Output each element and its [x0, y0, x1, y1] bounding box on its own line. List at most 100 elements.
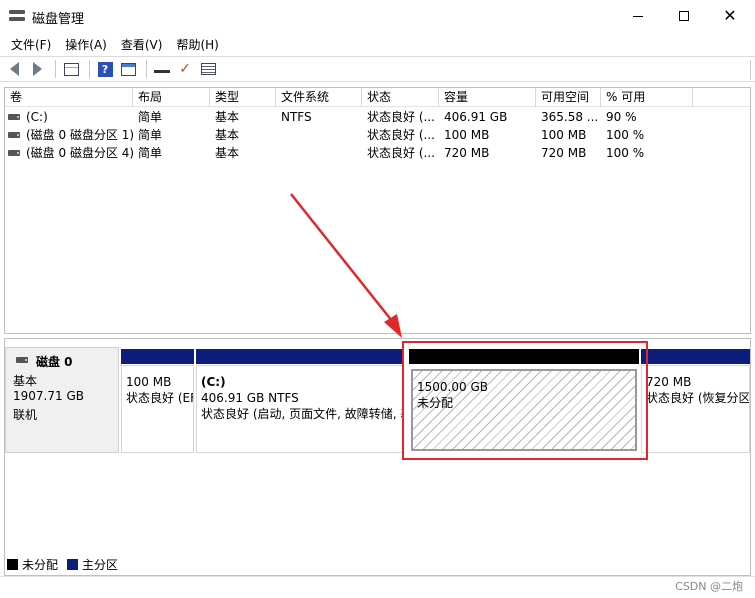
partition-size: 720 MB [646, 375, 692, 389]
back-arrow-icon [9, 62, 19, 76]
legend-label-unallocated: 未分配 [22, 557, 59, 572]
partition-size: 100 MB [126, 375, 172, 389]
minimize-icon [633, 15, 643, 17]
disk-0-label[interactable]: 磁盘 0 基本 1907.71 GB 联机 [5, 347, 119, 453]
cell-free-space: 100 MB [541, 128, 587, 142]
checkmark-icon: ✓ [179, 61, 191, 77]
cell-free-space: 720 MB [541, 146, 587, 160]
toolbar-overflow [750, 60, 755, 80]
back-button[interactable] [4, 59, 24, 79]
column-header-filesystem[interactable]: 文件系统 [276, 88, 362, 107]
legend: 未分配 主分区 [4, 556, 124, 572]
cell-filesystem: NTFS [281, 110, 312, 124]
menu-help[interactable]: 帮助(H) [169, 36, 225, 53]
help-icon: ? [97, 61, 113, 77]
properties-button[interactable] [198, 59, 218, 79]
partition-body: (C:) 406.91 GB NTFS 状态良好 (启动, 页面文件, 故障转储… [196, 365, 403, 453]
menu-action[interactable]: 操作(A) [58, 36, 114, 53]
forward-arrow-icon [32, 62, 42, 76]
volume-row[interactable]: (磁盘 0 磁盘分区 4) 简单 基本 状态良好 (... 720 MB 720… [5, 144, 750, 162]
volume-row[interactable]: (C:) 简单 基本 NTFS 状态良好 (... 406.91 GB 365.… [5, 108, 750, 126]
partition-c[interactable]: (C:) 406.91 GB NTFS 状态良好 (启动, 页面文件, 故障转储… [196, 349, 403, 453]
window-button[interactable] [118, 59, 138, 79]
column-header-type[interactable]: 类型 [210, 88, 276, 107]
partition-efi[interactable]: 100 MB 状态良好 (EFI 系统分区) [121, 349, 194, 453]
volume-list-button[interactable] [61, 59, 81, 79]
cell-filesystem [276, 126, 362, 144]
cell-status: 状态良好 (... [367, 128, 435, 142]
cell-type: 基本 [215, 128, 240, 142]
toolbar-separator [55, 60, 56, 78]
column-header-volume[interactable]: 卷 [5, 88, 133, 107]
partition-bar [196, 349, 403, 364]
window-icon [120, 62, 136, 76]
cell-capacity: 100 MB [444, 128, 490, 142]
toolbar: ? ✓ [0, 56, 755, 82]
column-header-capacity[interactable]: 容量 [439, 88, 536, 107]
cell-type: 基本 [215, 146, 240, 160]
column-header-status[interactable]: 状态 [362, 88, 439, 107]
highlight-box [402, 341, 648, 460]
partition-body: 100 MB 状态良好 (EFI 系统分区) [121, 365, 194, 453]
volume-icon [8, 114, 20, 120]
partition-status: 状态良好 (EFI 系统分区) [126, 391, 193, 405]
cell-percent-free: 100 % [606, 128, 645, 142]
connect-icon [154, 65, 170, 73]
minimize-button[interactable] [615, 0, 661, 32]
legend-swatch-primary [67, 558, 79, 570]
cell-type: 基本 [215, 110, 240, 124]
menu-file[interactable]: 文件(F) [4, 36, 58, 53]
connect-button[interactable] [152, 59, 172, 79]
column-header-layout[interactable]: 布局 [133, 88, 210, 107]
help-button[interactable]: ? [95, 59, 115, 79]
toolbar-separator [89, 60, 90, 78]
close-icon: ✕ [723, 6, 737, 25]
cell-layout: 简单 [138, 128, 163, 142]
close-button[interactable]: ✕ [707, 0, 753, 32]
cell-capacity: 406.91 GB [444, 110, 508, 124]
cell-capacity: 720 MB [444, 146, 490, 160]
column-header-free-space[interactable]: 可用空间 [536, 88, 601, 107]
partition-size: 406.91 GB NTFS [201, 391, 299, 405]
toolbar-separator [146, 60, 147, 78]
forward-button[interactable] [27, 59, 47, 79]
disk-icon [16, 357, 28, 363]
volume-list: 卷 布局 类型 文件系统 状态 容量 可用空间 % 可用 (C:) 简单 基本 … [4, 87, 751, 334]
menu-view[interactable]: 查看(V) [114, 36, 170, 53]
volume-row[interactable]: (磁盘 0 磁盘分区 1) 简单 基本 状态良好 (... 100 MB 100… [5, 126, 750, 144]
cell-filesystem [276, 144, 362, 162]
check-button[interactable]: ✓ [175, 59, 195, 79]
partition-status: 状态良好 (启动, 页面文件, 故障转储, 基本数据分区) [201, 407, 402, 421]
volume-list-header: 卷 布局 类型 文件系统 状态 容量 可用空间 % 可用 [5, 88, 750, 107]
properties-icon [200, 63, 216, 75]
partition-status: 状态良好 (恢复分区) [646, 391, 750, 405]
disk-size: 1907.71 GB [13, 389, 84, 403]
cell-volume: (C:) [26, 110, 48, 124]
menu-bar: 文件(F) 操作(A) 查看(V) 帮助(H) [0, 33, 755, 55]
volume-list-icon [63, 62, 79, 76]
disk-type: 基本 [13, 374, 38, 388]
cell-layout: 简单 [138, 110, 163, 124]
cell-free-space: 365.58 ... [541, 110, 599, 124]
cell-layout: 简单 [138, 146, 163, 160]
cell-percent-free: 90 % [606, 110, 637, 124]
status-bar [0, 576, 755, 598]
partition-recovery[interactable]: 720 MB 状态良好 (恢复分区) [641, 349, 750, 453]
partition-bar [641, 349, 750, 364]
window-title: 磁盘管理 [32, 12, 85, 27]
partition-body: 720 MB 状态良好 (恢复分区) [641, 365, 750, 453]
watermark: CSDN @二炮 [675, 580, 743, 593]
partition-bar [121, 349, 194, 364]
cell-volume: (磁盘 0 磁盘分区 1) [26, 128, 133, 142]
cell-status: 状态良好 (... [367, 110, 435, 124]
disk-status: 联机 [13, 408, 38, 422]
cell-percent-free: 100 % [606, 146, 645, 160]
column-header-percent-free[interactable]: % 可用 [601, 88, 693, 107]
disk-management-app-icon [9, 9, 25, 23]
cell-volume: (磁盘 0 磁盘分区 4) [26, 146, 133, 160]
legend-label-primary: 主分区 [82, 557, 119, 572]
volume-icon [8, 132, 20, 138]
cell-status: 状态良好 (... [367, 146, 435, 160]
maximize-button[interactable] [661, 0, 707, 32]
disk-name: 磁盘 0 [36, 355, 73, 369]
